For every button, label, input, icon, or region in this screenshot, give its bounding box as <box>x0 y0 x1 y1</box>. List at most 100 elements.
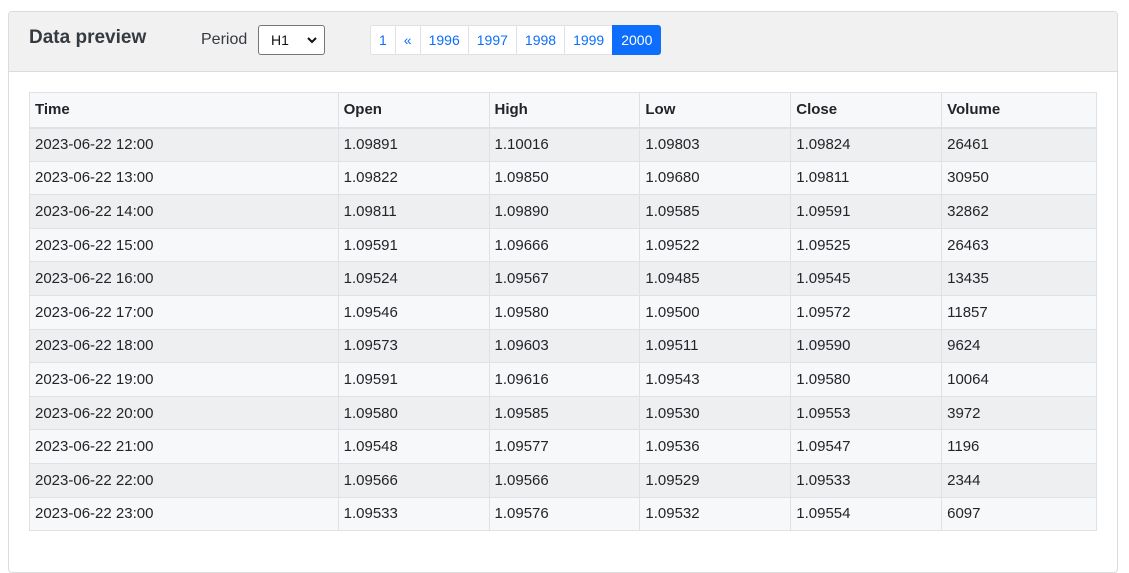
table-cell-open: 1.09533 <box>337 496 490 532</box>
card-header: Data preview Period H1 1 «1996 1997 1998 199… <box>9 12 1117 72</box>
table-row: 2023-06-22 15:00 1.09591 1.09666 1.09522 1.0… <box>29 227 1097 263</box>
table-cell-volume: 13435 <box>941 261 1097 296</box>
table-cell-low: 1.09803 <box>639 127 792 162</box>
table-cell-low: 1.09536 <box>639 429 792 464</box>
table-cell-volume: 26463 <box>941 227 1097 263</box>
table-row: 2023-06-22 19:00 1.09591 1.09616 1.09543 1.0… <box>29 362 1097 397</box>
table-cell-high: 1.09566 <box>488 462 641 498</box>
table-cell-time: 2023-06-22 12:00 <box>29 127 339 162</box>
table-cell-high: 1.09616 <box>488 362 641 397</box>
table-cell-time: 2023-06-22 22:00 <box>29 462 339 498</box>
table-cell-high: 1.09567 <box>488 261 641 296</box>
table-cell-open: 1.09591 <box>337 362 490 397</box>
page-button-1999[interactable]: 1999 <box>564 25 614 55</box>
table-row: 2023-06-22 13:00 1.09822 1.09850 1.09680 1.0… <box>29 160 1097 196</box>
table-row: 2023-06-22 17:00 1.09546 1.09580 1.09500 1.0… <box>29 294 1097 330</box>
table-cell-time: 2023-06-22 19:00 <box>29 362 339 397</box>
table-cell-close: 1.09547 <box>790 429 943 464</box>
column-header-low: Low <box>639 92 792 129</box>
table-cell-open: 1.09591 <box>337 227 490 263</box>
table-cell-open: 1.09573 <box>337 328 490 364</box>
table-cell-low: 1.09529 <box>639 462 792 498</box>
table-cell-volume: 9624 <box>941 328 1097 364</box>
table-cell-time: 2023-06-22 21:00 <box>29 429 339 464</box>
table-cell-high: 1.09576 <box>488 496 641 532</box>
data-table: Time Open High Low Close Volume 2023-06-22 12… <box>29 92 1097 532</box>
page-button-1996[interactable]: 1996 <box>419 25 469 55</box>
table-cell-close: 1.09545 <box>790 261 943 296</box>
table-cell-open: 1.09580 <box>337 395 490 431</box>
page-button-1998[interactable]: 1998 <box>515 25 566 55</box>
table-cell-close: 1.09525 <box>790 227 943 263</box>
table-cell-volume: 2344 <box>941 462 1097 498</box>
table-row: 2023-06-22 18:00 1.09573 1.09603 1.09511 1.0… <box>29 328 1097 364</box>
table-cell-high: 1.09890 <box>488 194 641 229</box>
table-cell-close: 1.09580 <box>790 362 943 397</box>
period-label: Period <box>201 31 248 48</box>
table-cell-volume: 30950 <box>941 160 1097 196</box>
table-cell-high: 1.09666 <box>488 227 641 263</box>
page-prev-button[interactable]: « <box>394 25 421 55</box>
table-cell-low: 1.09680 <box>639 160 792 196</box>
column-header-time: Time <box>29 92 339 129</box>
page-button-2000[interactable]: 2000 <box>612 25 662 55</box>
data-preview-card: Data preview Period H1 1 «1996 1997 1998 199… <box>8 11 1118 573</box>
table-row: 2023-06-22 20:00 1.09580 1.09585 1.09530 1.0… <box>29 395 1097 431</box>
table-cell-open: 1.09546 <box>337 294 490 330</box>
table-cell-time: 2023-06-22 13:00 <box>29 160 339 196</box>
table-body: 2023-06-22 12:00 1.09891 1.10016 1.09803 1.0… <box>29 127 1097 532</box>
table-cell-high: 1.09580 <box>488 294 641 330</box>
table-cell-open: 1.09811 <box>337 194 490 229</box>
table-row: 2023-06-22 23:00 1.09533 1.09576 1.09532 1.0… <box>29 496 1097 532</box>
table-cell-close: 1.09553 <box>790 395 943 431</box>
data-table-container: Time Open High Low Close Volume 2023-06-22 12… <box>29 92 1097 532</box>
page-button-1997[interactable]: 1997 <box>467 25 517 55</box>
table-cell-high: 1.10016 <box>488 127 641 162</box>
table-cell-low: 1.09522 <box>639 227 792 263</box>
table-cell-close: 1.09591 <box>790 194 943 229</box>
table-cell-low: 1.09500 <box>639 294 792 330</box>
table-cell-time: 2023-06-22 16:00 <box>29 261 339 296</box>
table-row: 2023-06-22 21:00 1.09548 1.09577 1.09536 1.0… <box>29 429 1097 464</box>
table-cell-volume: 3972 <box>941 395 1097 431</box>
table-header-row: Time Open High Low Close Volume <box>29 92 1097 129</box>
table-cell-open: 1.09548 <box>337 429 490 464</box>
table-cell-low: 1.09543 <box>639 362 792 397</box>
table-cell-open: 1.09822 <box>337 160 490 196</box>
table-cell-close: 1.09824 <box>790 127 943 162</box>
table-row: 2023-06-22 22:00 1.09566 1.09566 1.09529 1.0… <box>29 462 1097 498</box>
table-cell-open: 1.09524 <box>337 261 490 296</box>
table-row: 2023-06-22 16:00 1.09524 1.09567 1.09485 1.0… <box>29 261 1097 296</box>
table-cell-volume: 26461 <box>941 127 1097 162</box>
pagination: 1 «1996 1997 1998 1999 2000 <box>370 25 662 55</box>
table-cell-low: 1.09511 <box>639 328 792 364</box>
table-row: 2023-06-22 14:00 1.09811 1.09890 1.09585 1.0… <box>29 194 1097 229</box>
period-select[interactable]: H1 <box>258 25 325 55</box>
table-cell-open: 1.09566 <box>337 462 490 498</box>
chevron-down-icon <box>306 27 318 65</box>
table-cell-time: 2023-06-22 18:00 <box>29 328 339 364</box>
table-cell-high: 1.09585 <box>488 395 641 431</box>
table-cell-volume: 6097 <box>941 496 1097 532</box>
table-cell-close: 1.09572 <box>790 294 943 330</box>
page-title: Data preview <box>29 27 147 48</box>
table-row: 2023-06-22 12:00 1.09891 1.10016 1.09803 1.0… <box>29 127 1097 162</box>
column-header-volume: Volume <box>941 92 1097 129</box>
column-header-high: High <box>488 92 641 129</box>
table-cell-high: 1.09603 <box>488 328 641 364</box>
table-cell-open: 1.09891 <box>337 127 490 162</box>
table-cell-close: 1.09533 <box>790 462 943 498</box>
table-cell-time: 2023-06-22 15:00 <box>29 227 339 263</box>
table-cell-volume: 10064 <box>941 362 1097 397</box>
table-cell-time: 2023-06-22 23:00 <box>29 496 339 532</box>
table-cell-high: 1.09850 <box>488 160 641 196</box>
table-cell-volume: 32862 <box>941 194 1097 229</box>
column-header-open: Open <box>337 92 490 129</box>
table-cell-time: 2023-06-22 14:00 <box>29 194 339 229</box>
table-cell-high: 1.09577 <box>488 429 641 464</box>
table-cell-low: 1.09532 <box>639 496 792 532</box>
page-button-1[interactable]: 1 <box>370 25 396 55</box>
table-cell-volume: 11857 <box>941 294 1097 330</box>
table-cell-close: 1.09811 <box>790 160 943 196</box>
table-cell-volume: 1196 <box>941 429 1097 464</box>
